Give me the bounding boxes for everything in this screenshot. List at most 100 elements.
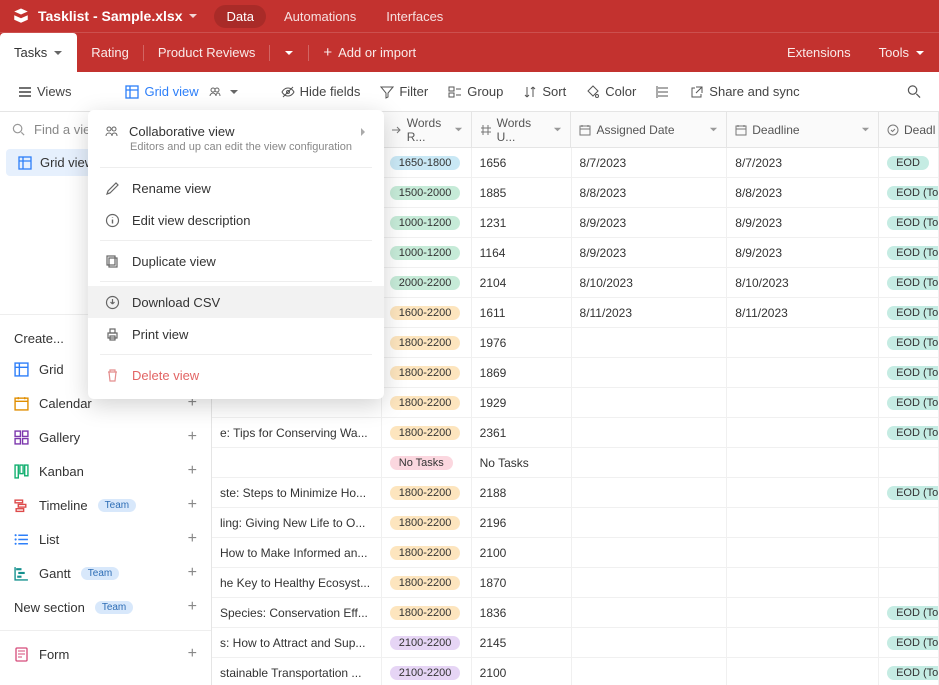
app-title[interactable]: Tasklist - Sample.xlsx <box>38 8 182 24</box>
tab-interfaces[interactable]: Interfaces <box>374 5 455 28</box>
cell-deadline-time[interactable] <box>879 568 939 597</box>
create-kanban[interactable]: Kanban+ <box>0 454 211 488</box>
cell-deadline[interactable]: 8/9/2023 <box>727 238 879 267</box>
cell-words-required[interactable]: 1800-2200 <box>382 508 472 537</box>
cell-words-used[interactable]: 1611 <box>472 298 572 327</box>
table-row[interactable]: ling: Giving New Life to O... 1800-2200 … <box>212 508 939 538</box>
cell-words-required[interactable]: 1600-2200 <box>382 298 472 327</box>
cell-assigned-date[interactable] <box>572 568 728 597</box>
cell-assigned-date[interactable] <box>572 358 728 387</box>
cell-words-used[interactable]: 1836 <box>472 598 572 627</box>
cell-deadline[interactable] <box>727 508 879 537</box>
cell-deadline-time[interactable]: EOD (To <box>879 268 939 297</box>
cell-words-required[interactable]: 1800-2200 <box>382 388 472 417</box>
title-caret-icon[interactable] <box>188 11 198 21</box>
cell-assigned-date[interactable]: 8/9/2023 <box>572 238 728 267</box>
cell-words-required[interactable]: No Tasks <box>382 448 472 477</box>
create-gallery[interactable]: Gallery+ <box>0 420 211 454</box>
cell-deadline[interactable] <box>727 388 879 417</box>
cell-words-used[interactable]: No Tasks <box>472 448 572 477</box>
cell-words-used[interactable]: 1870 <box>472 568 572 597</box>
cell-name[interactable] <box>212 448 382 477</box>
cell-name[interactable]: e: Tips for Conserving Wa... <box>212 418 382 447</box>
cell-deadline-time[interactable]: EOD (To <box>879 238 939 267</box>
cell-deadline-time[interactable]: EOD (To <box>879 598 939 627</box>
extensions-button[interactable]: Extensions <box>773 33 865 73</box>
cell-deadline[interactable]: 8/10/2023 <box>727 268 879 297</box>
cell-deadline-time[interactable]: EOD (To <box>879 628 939 657</box>
menu-edit-view-description[interactable]: Edit view description <box>88 204 384 236</box>
create-gantt[interactable]: GanttTeam+ <box>0 556 211 590</box>
collaborative-view-item[interactable]: Collaborative view Editors and up can ed… <box>88 118 384 163</box>
col-header-words-used[interactable]: Words U... <box>472 112 572 147</box>
cell-assigned-date[interactable] <box>572 388 728 417</box>
cell-deadline[interactable]: 8/8/2023 <box>727 178 879 207</box>
cell-assigned-date[interactable] <box>572 448 728 477</box>
col-header-assigned-date[interactable]: Assigned Date <box>571 112 727 147</box>
cell-name[interactable]: ste: Steps to Minimize Ho... <box>212 478 382 507</box>
cell-name[interactable]: ling: Giving New Life to O... <box>212 508 382 537</box>
cell-deadline-time[interactable]: EOD (To <box>879 418 939 447</box>
color-button[interactable]: Color <box>578 80 644 103</box>
chevron-down-icon[interactable] <box>53 48 63 58</box>
cell-words-used[interactable]: 2104 <box>472 268 572 297</box>
cell-deadline[interactable] <box>727 628 879 657</box>
cell-name[interactable]: Species: Conservation Eff... <box>212 598 382 627</box>
table-row[interactable]: ste: Steps to Minimize Ho... 1800-2200 2… <box>212 478 939 508</box>
cell-name[interactable]: s: How to Attract and Sup... <box>212 628 382 657</box>
cell-deadline-time[interactable]: EOD <box>879 148 939 177</box>
cell-assigned-date[interactable] <box>572 478 728 507</box>
cell-deadline-time[interactable]: EOD (To <box>879 478 939 507</box>
add-or-import[interactable]: + Add or import <box>309 33 430 73</box>
cell-words-required[interactable]: 1650-1800 <box>382 148 472 177</box>
cell-words-required[interactable]: 1800-2200 <box>382 418 472 447</box>
cell-assigned-date[interactable] <box>572 508 728 537</box>
cell-words-required[interactable]: 2000-2200 <box>382 268 472 297</box>
cell-name[interactable]: stainable Transportation ... <box>212 658 382 685</box>
table-row[interactable]: stainable Transportation ... 2100-2200 2… <box>212 658 939 685</box>
hide-fields-button[interactable]: Hide fields <box>273 80 369 103</box>
menu-delete-view[interactable]: Delete view <box>88 359 384 391</box>
filter-button[interactable]: Filter <box>372 80 436 103</box>
cell-deadline[interactable] <box>727 448 879 477</box>
views-toggle[interactable]: Views <box>10 80 79 103</box>
cell-words-used[interactable]: 2145 <box>472 628 572 657</box>
cell-assigned-date[interactable] <box>572 328 728 357</box>
cell-deadline-time[interactable]: EOD (To <box>879 298 939 327</box>
cell-words-required[interactable]: 1800-2200 <box>382 538 472 567</box>
cell-deadline[interactable]: 8/9/2023 <box>727 208 879 237</box>
table-row[interactable]: How to Make Informed an... 1800-2200 210… <box>212 538 939 568</box>
col-header-deadline-time[interactable]: Deadl <box>879 112 939 147</box>
cell-words-used[interactable]: 2100 <box>472 538 572 567</box>
cell-deadline[interactable] <box>727 478 879 507</box>
cell-deadline[interactable]: 8/11/2023 <box>727 298 879 327</box>
table-row[interactable]: Species: Conservation Eff... 1800-2200 1… <box>212 598 939 628</box>
cell-words-used[interactable]: 1164 <box>472 238 572 267</box>
cell-words-used[interactable]: 1231 <box>472 208 572 237</box>
table-tab-caret[interactable] <box>270 33 308 73</box>
cell-deadline-time[interactable]: EOD (To <box>879 388 939 417</box>
cell-deadline[interactable] <box>727 568 879 597</box>
cell-name[interactable]: How to Make Informed an... <box>212 538 382 567</box>
cell-words-used[interactable]: 1656 <box>472 148 572 177</box>
cell-assigned-date[interactable] <box>572 538 728 567</box>
table-row[interactable]: he Key to Healthy Ecosyst... 1800-2200 1… <box>212 568 939 598</box>
table-rating[interactable]: Rating <box>77 33 143 73</box>
cell-words-required[interactable]: 1800-2200 <box>382 598 472 627</box>
chevron-down-icon[interactable] <box>454 125 463 134</box>
cell-deadline[interactable]: 8/7/2023 <box>727 148 879 177</box>
cell-deadline[interactable] <box>727 358 879 387</box>
cell-deadline-time[interactable]: EOD (To <box>879 208 939 237</box>
tools-button[interactable]: Tools <box>865 33 939 73</box>
grid-view-button[interactable]: Grid view <box>117 80 246 103</box>
cell-assigned-date[interactable]: 8/9/2023 <box>572 208 728 237</box>
cell-deadline-time[interactable] <box>879 508 939 537</box>
create-timeline[interactable]: TimelineTeam+ <box>0 488 211 522</box>
cell-deadline[interactable] <box>727 328 879 357</box>
cell-words-required[interactable]: 1000-1200 <box>382 238 472 267</box>
table-tab-tasks[interactable]: Tasks <box>0 33 77 73</box>
cell-words-required[interactable]: 2100-2200 <box>382 628 472 657</box>
cell-deadline-time[interactable]: EOD (To <box>879 658 939 685</box>
cell-words-required[interactable]: 1800-2200 <box>382 568 472 597</box>
cell-words-used[interactable]: 2100 <box>472 658 572 685</box>
